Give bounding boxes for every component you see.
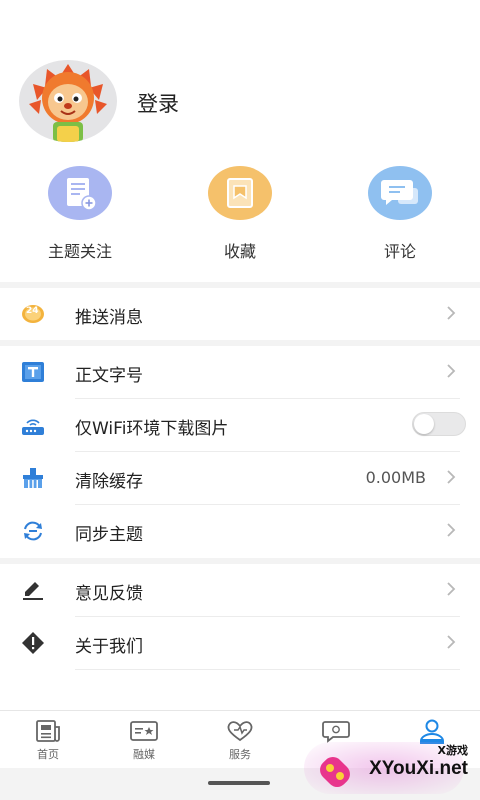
chevron-right-icon (447, 635, 456, 649)
comment-button[interactable]: 评论 (330, 166, 470, 262)
push-messages-label: 推送消息 (75, 308, 143, 328)
row-divider (75, 669, 460, 670)
sync-theme-label: 同步主题 (75, 525, 143, 545)
chevron-right-icon (447, 470, 456, 484)
about-label: 关于我们 (75, 637, 143, 657)
clear-cache-label: 清除缓存 (75, 472, 143, 492)
chevron-right-icon (447, 364, 456, 378)
wifi-only-toggle[interactable] (412, 412, 466, 436)
font-size-label: 正文字号 (75, 366, 143, 386)
font-size-icon (21, 361, 45, 383)
avatar[interactable] (19, 60, 117, 142)
sync-icon (21, 520, 45, 542)
chevron-right-icon (447, 523, 456, 537)
cache-size-value: 0.00MB (365, 468, 426, 487)
profile-header: 登录 (0, 0, 480, 160)
favorite-label: 收藏 (223, 242, 256, 261)
tab-home-label: 首页 (37, 748, 59, 761)
tab-service-label: 服务 (229, 748, 251, 761)
watermark: X游戏 XYouXi.net (304, 740, 474, 798)
login-link[interactable]: 登录 (137, 88, 179, 118)
clear-cache-row[interactable]: 清除缓存 0.00MB (0, 452, 480, 505)
topic-follow-icon (48, 166, 112, 220)
feedback-label: 意见反馈 (75, 584, 143, 604)
tab-media-label: 融媒 (133, 748, 155, 761)
sync-theme-row[interactable]: 同步主题 (0, 505, 480, 558)
wifi-only-label: 仅WiFi环境下载图片 (75, 419, 229, 439)
watermark-text: XYouXi.net (369, 758, 468, 779)
favorite-icon (208, 166, 272, 220)
chevron-right-icon (447, 306, 456, 320)
feedback-row[interactable]: 意见反馈 (0, 564, 480, 617)
tab-service[interactable]: 服务 (192, 719, 288, 762)
pencil-icon (21, 579, 45, 601)
info-diamond-icon (21, 632, 45, 654)
home-indicator[interactable] (208, 781, 270, 785)
heart-icon (227, 721, 253, 742)
media-icon (130, 721, 158, 741)
font-size-row[interactable]: 正文字号 (0, 346, 480, 399)
comment-icon (368, 166, 432, 220)
push-badge-count: 24 (26, 306, 39, 316)
tab-home[interactable]: 首页 (0, 719, 96, 762)
router-icon (21, 414, 45, 436)
push-messages-row[interactable]: 24 推送消息 (0, 288, 480, 341)
gamepad-icon (320, 757, 350, 787)
chevron-right-icon (447, 582, 456, 596)
newspaper-icon (36, 720, 60, 742)
favorite-button[interactable]: 收藏 (170, 166, 310, 262)
wifi-only-row: 仅WiFi环境下载图片 (0, 399, 480, 452)
comment-label: 评论 (383, 242, 416, 261)
about-row[interactable]: 关于我们 (0, 617, 480, 670)
watermark-small-text: X游戏 (437, 744, 468, 757)
topic-follow-button[interactable]: 主题关注 (10, 166, 150, 262)
toggle-knob (414, 414, 434, 434)
topic-follow-label: 主题关注 (47, 242, 112, 261)
tab-media[interactable]: 融媒 (96, 719, 192, 762)
quick-actions: 主题关注 收藏 评论 (0, 160, 480, 280)
broom-icon (21, 467, 45, 489)
